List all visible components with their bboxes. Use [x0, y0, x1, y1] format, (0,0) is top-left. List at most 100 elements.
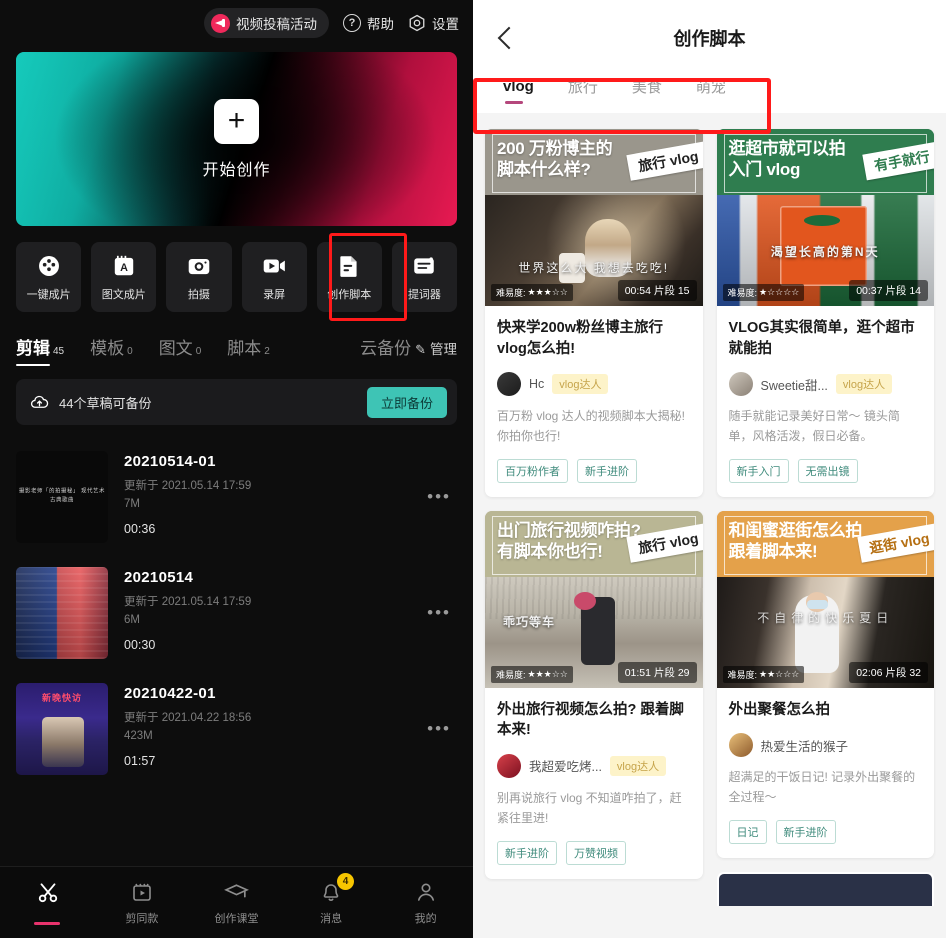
- card-tag[interactable]: 百万粉作者: [497, 458, 568, 483]
- tool-teleprompter[interactable]: 提词器: [391, 242, 458, 312]
- script-card[interactable]: 逛超市就可以拍 入门 vlog 有手就行 渴望长高的第N天 难易度: ★☆☆☆☆…: [716, 129, 934, 497]
- draft-thumbnail: 新晚快访: [16, 683, 108, 775]
- tool-label: 拍摄: [187, 288, 210, 301]
- card-tag[interactable]: 万赞视频: [566, 840, 626, 865]
- tab-vlog[interactable]: vlog: [503, 78, 534, 104]
- nav-item-messages[interactable]: 4 消息: [284, 872, 379, 926]
- difficulty-label: 难易度:: [496, 288, 526, 298]
- card-tag[interactable]: 无需出镜: [797, 458, 858, 483]
- draft-size: 7M: [124, 498, 140, 510]
- draft-row[interactable]: 新晚快访 20210422-01 更新于 2021.04.22 18:56 42…: [0, 671, 473, 787]
- tab-label: 模板: [90, 339, 125, 358]
- cloud-backup-link[interactable]: 云备份 ✎ 管理: [360, 334, 457, 359]
- tool-one-click-film[interactable]: 一键成片: [16, 242, 82, 312]
- tab-food[interactable]: 美食: [632, 76, 662, 99]
- card-author[interactable]: 热爱生活的猴子: [728, 733, 923, 758]
- difficulty-badge: 难易度: ★☆☆☆☆: [722, 284, 805, 301]
- difficulty-stars: ★★☆☆☆: [759, 668, 800, 679]
- tab-count: 0: [127, 346, 133, 357]
- backup-now-button[interactable]: 立即备份: [366, 386, 447, 418]
- tool-screen-record[interactable]: 录屏: [241, 242, 307, 312]
- card-author[interactable]: Sweetie甜... vlog达人: [728, 372, 923, 397]
- help-button[interactable]: ? 帮助: [343, 13, 394, 33]
- avatar: [497, 753, 521, 778]
- thumbnail-caption: 摄影老师「的拍摄秘」 现代艺术古典歌曲: [18, 488, 106, 504]
- nav-label: 我的: [414, 912, 437, 925]
- author-badge: vlog达人: [835, 374, 893, 395]
- draft-duration: 00:30: [124, 638, 156, 652]
- card-description: 别再说旅行 vlog 不知道咋拍了，赶紧往里进!: [497, 790, 682, 825]
- card-tags: 新手入门 无需出镜: [728, 458, 923, 483]
- plus-icon[interactable]: +: [214, 98, 259, 144]
- draft-title: 20210422-01: [124, 685, 216, 702]
- duration-badge: 01:51 片段 29: [617, 661, 697, 683]
- tool-text-to-video[interactable]: A 图文成片: [91, 242, 157, 312]
- draft-row[interactable]: 摄影老师「的拍摄秘」 现代艺术古典歌曲 20210514-01 更新于 2021…: [0, 439, 473, 555]
- draft-row[interactable]: 20210514 更新于 2021.05.14 17:59 6M 00:30 •…: [0, 555, 473, 671]
- creation-script-panel: 创作脚本 vlog 旅行 美食 萌宠 200 万粉博主的 脚本什么样? 旅行 v…: [473, 0, 946, 938]
- duration-badge: 00:54 片段 15: [617, 280, 697, 301]
- nav-item-classroom[interactable]: 创作课堂: [189, 880, 284, 926]
- card-description: 百万粉 vlog 达人的视频脚本大揭秘! 你拍你也行!: [497, 409, 686, 443]
- draft-info: 20210514-01 更新于 2021.05.14 17:59 7M 00:3…: [124, 451, 457, 536]
- duration-badge: 02:06 片段 32: [849, 661, 928, 683]
- script-card[interactable]: 200 万粉博主的 脚本什么样? 旅行 vlog 世界这么大 我想去吃吃! 难易…: [485, 129, 703, 497]
- scissors-icon: [35, 880, 59, 904]
- card-author[interactable]: Hc vlog达人: [497, 372, 691, 397]
- card-body: 外出聚餐怎么拍 热爱生活的猴子 超满足的干饭日记! 记录外出聚餐的全过程～ 日记…: [717, 688, 935, 858]
- manage-label[interactable]: 管理: [430, 338, 457, 358]
- card-author[interactable]: 我超爱吃烤... vlog达人: [497, 753, 691, 778]
- film-reel-icon: [36, 253, 62, 279]
- card-tag[interactable]: 新手进阶: [497, 840, 557, 865]
- tab-edit[interactable]: 剪辑 45: [16, 334, 64, 366]
- draft-list: 摄影老师「的拍摄秘」 现代艺术古典歌曲 20210514-01 更新于 2021…: [0, 439, 473, 787]
- card-tag[interactable]: 新手进阶: [775, 819, 836, 844]
- bottom-navigation: 剪辑 剪同款: [0, 866, 473, 938]
- editor-home-panel: 视频投稿活动 ? 帮助 设置 + 开始创作 一键成片 A 图文成片 拍摄 录屏 …: [0, 0, 473, 938]
- difficulty-label: 难易度:: [727, 288, 758, 298]
- nav-item-profile[interactable]: 我的: [378, 880, 473, 926]
- cover-caption: 乖巧等车: [503, 614, 556, 629]
- tab-travel[interactable]: 旅行: [568, 76, 598, 99]
- card-title: 快来学200w粉丝博主旅行vlog怎么拍!: [497, 320, 663, 357]
- screen-record-icon: [261, 253, 287, 279]
- tab-script[interactable]: 脚本 2: [227, 334, 270, 359]
- thumbnail-overlay: [16, 567, 108, 659]
- start-creation-label: 开始创作: [202, 161, 271, 179]
- draft-updated: 更新于 2021.05.14 17:59: [124, 596, 252, 608]
- draft-duration: 01:57: [124, 754, 156, 768]
- script-card[interactable]: 和闺蜜逛街怎么拍 跟着脚本来! 逛街 vlog 不自律的快乐夏日 难易度: ★★…: [716, 510, 935, 858]
- card-tag[interactable]: 新手进阶: [577, 458, 637, 483]
- nav-item-edit[interactable]: 剪辑: [0, 880, 95, 926]
- grid-column-right: 逛超市就可以拍 入门 vlog 有手就行 渴望长高的第N天 难易度: ★☆☆☆☆…: [716, 129, 935, 906]
- next-card-preview[interactable]: [716, 871, 934, 906]
- video-submission-activity-button[interactable]: 视频投稿活动: [204, 8, 329, 38]
- tool-shoot[interactable]: 拍摄: [166, 242, 232, 312]
- tab-template[interactable]: 模板 0: [90, 334, 133, 359]
- draft-more-button[interactable]: •••: [427, 487, 451, 507]
- card-tag[interactable]: 新手入门: [728, 458, 789, 483]
- start-creation-banner[interactable]: + 开始创作: [16, 52, 457, 226]
- app-screen: 视频投稿活动 ? 帮助 设置 + 开始创作 一键成片 A 图文成片 拍摄 录屏 …: [0, 0, 946, 938]
- draft-more-button[interactable]: •••: [427, 719, 451, 739]
- video-template-icon: [130, 880, 154, 904]
- script-card[interactable]: 出门旅行视频咋拍? 有脚本你也行! 旅行 vlog 乖巧等车 难易度: ★★★☆…: [485, 510, 703, 879]
- settings-button[interactable]: 设置: [408, 13, 459, 33]
- card-tags: 日记 新手进阶: [728, 819, 923, 844]
- tab-pets[interactable]: 萌宠: [696, 76, 726, 99]
- megaphone-icon: [211, 13, 230, 33]
- page-title: 创作脚本: [673, 29, 746, 49]
- card-title: 外出聚餐怎么拍: [728, 701, 831, 718]
- card-cover: 200 万粉博主的 脚本什么样? 旅行 vlog 世界这么大 我想去吃吃! 难易…: [485, 129, 703, 306]
- tab-textimage[interactable]: 图文 0: [159, 334, 202, 359]
- card-tag[interactable]: 日记: [728, 819, 767, 844]
- cover-header: 200 万粉博主的 脚本什么样? 旅行 vlog: [485, 129, 703, 195]
- cover-header: 出门旅行视频咋拍? 有脚本你也行! 旅行 vlog: [485, 510, 703, 577]
- tool-creation-script[interactable]: 创作脚本: [316, 242, 382, 312]
- card-tags: 新手进阶 万赞视频: [497, 840, 691, 865]
- draft-more-button[interactable]: •••: [427, 603, 451, 623]
- photo-mask: [806, 600, 828, 610]
- nav-item-same-style[interactable]: 剪同款: [95, 880, 190, 926]
- cloud-backup-label: 云备份: [360, 339, 412, 358]
- difficulty-badge: 难易度: ★★★☆☆: [491, 665, 573, 683]
